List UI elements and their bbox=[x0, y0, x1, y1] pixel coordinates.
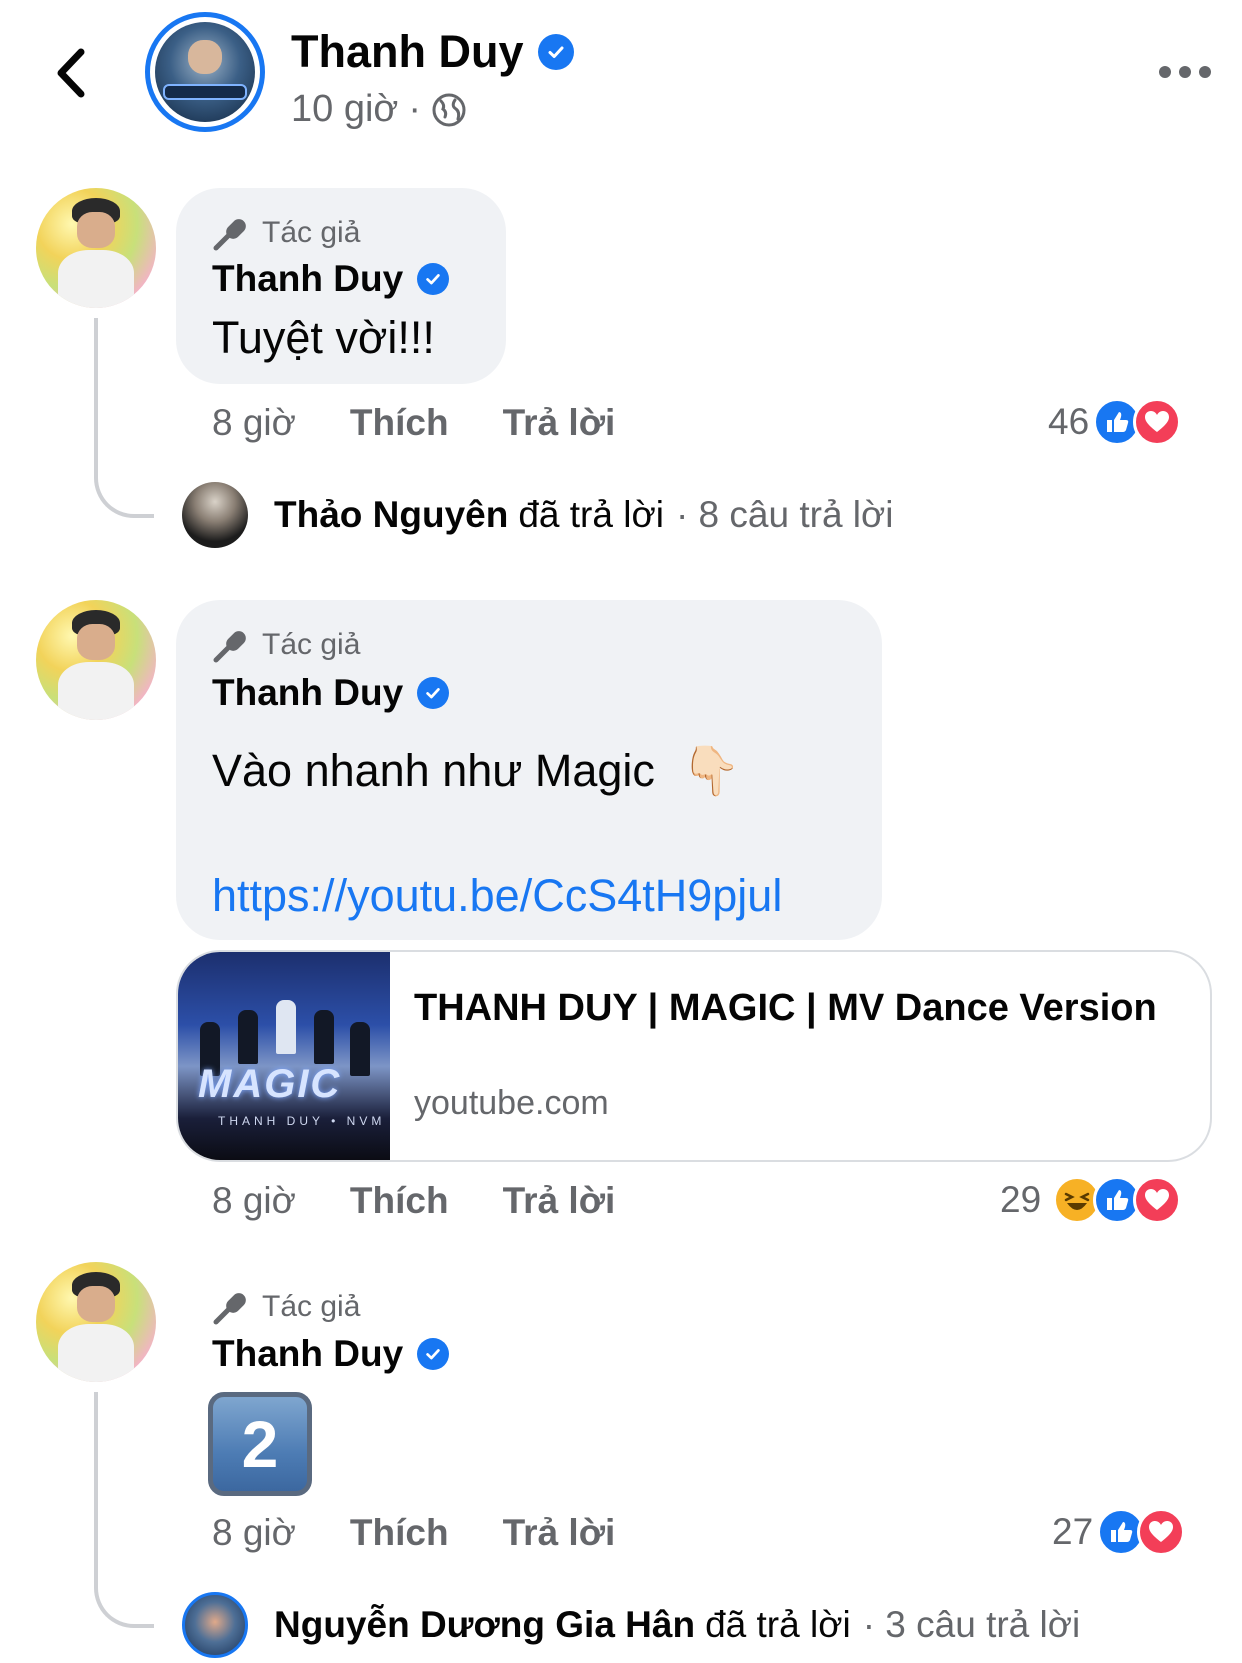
reaction-summary[interactable]: 46 bbox=[1048, 398, 1182, 446]
reply-count: · 3 câu trả lời bbox=[862, 1604, 1081, 1645]
link-preview-thumbnail: MAGIC THANH DUY • NVM bbox=[178, 952, 390, 1160]
verified-badge-icon bbox=[417, 1338, 450, 1370]
meta-separator: · bbox=[408, 88, 421, 130]
reply-button[interactable]: Trả lời bbox=[503, 1180, 616, 1222]
comment-author-label: Thanh Duy bbox=[212, 672, 404, 713]
reply-author-name: Thảo Nguyên bbox=[274, 494, 509, 535]
comment-author-label: Thanh Duy bbox=[212, 1333, 404, 1374]
reply-count: · 8 câu trả lời bbox=[675, 494, 894, 535]
thread-line bbox=[94, 318, 154, 518]
reply-author-name: Nguyễn Dương Gia Hân bbox=[274, 1604, 696, 1645]
verified-badge-icon bbox=[417, 677, 450, 709]
link-preview-card[interactable]: MAGIC THANH DUY • NVM THANH DUY | MAGIC … bbox=[176, 950, 1212, 1162]
comment-text: Vào nhanh như Magic bbox=[212, 744, 655, 796]
page-name[interactable]: Thanh Duy bbox=[291, 26, 574, 78]
comment-time: 8 giờ bbox=[212, 402, 296, 443]
globe-icon bbox=[432, 93, 466, 126]
comment-time: 8 giờ bbox=[212, 1512, 296, 1553]
post-time: 10 giờ bbox=[291, 88, 399, 130]
back-button[interactable] bbox=[40, 38, 100, 108]
microphone-icon bbox=[213, 219, 246, 251]
love-reaction-icon bbox=[1137, 1508, 1186, 1556]
link-preview-title: THANH DUY | MAGIC | MV Dance Version bbox=[414, 987, 1157, 1029]
love-reaction-icon bbox=[1133, 398, 1182, 446]
reply-button[interactable]: Trả lời bbox=[503, 1512, 616, 1554]
author-badge-label: Tác giả bbox=[262, 1290, 361, 1323]
comment-time: 8 giờ bbox=[212, 1180, 296, 1221]
pointing-down-emoji: 👇🏻 bbox=[680, 745, 741, 798]
more-options-button[interactable] bbox=[1140, 52, 1230, 92]
like-button[interactable]: Thích bbox=[350, 1512, 449, 1554]
reply-button[interactable]: Trả lời bbox=[503, 402, 616, 444]
link-preview-domain: youtube.com bbox=[414, 1084, 609, 1122]
author-badge-label: Tác giả bbox=[262, 628, 361, 661]
more-options-dot bbox=[1199, 66, 1211, 78]
comment-link[interactable]: https://youtu.be/CcS4tH9pjul bbox=[212, 870, 782, 922]
reaction-count: 29 bbox=[1000, 1179, 1042, 1220]
reply-action-text: đã trả lời bbox=[518, 494, 664, 535]
reaction-summary[interactable]: 27 bbox=[1052, 1508, 1186, 1556]
author-badge: Tác giả bbox=[212, 214, 360, 252]
thread-line bbox=[94, 1392, 154, 1628]
like-button[interactable]: Thích bbox=[350, 1180, 449, 1222]
comment-actions: 8 giờ Thích Trả lời bbox=[212, 402, 615, 444]
verified-badge-icon bbox=[417, 263, 450, 295]
microphone-icon bbox=[213, 631, 246, 663]
comment-author-name[interactable]: Thanh Duy bbox=[212, 258, 450, 300]
reply-avatar bbox=[182, 482, 248, 548]
comment-actions: 8 giờ Thích Trả lời bbox=[212, 1180, 615, 1222]
commenter-avatar[interactable] bbox=[36, 188, 156, 308]
reply-avatar bbox=[182, 1592, 248, 1658]
love-reaction-icon bbox=[1133, 1176, 1182, 1224]
reaction-summary[interactable]: 29 bbox=[1000, 1176, 1182, 1224]
page-avatar[interactable] bbox=[145, 12, 265, 132]
comment-author-name[interactable]: Thanh Duy bbox=[212, 672, 450, 714]
reaction-count: 46 bbox=[1048, 401, 1090, 442]
author-badge: Tác giả bbox=[212, 626, 360, 664]
replies-summary[interactable]: Thảo Nguyên đã trả lời · 8 câu trả lời bbox=[182, 482, 894, 548]
microphone-icon bbox=[213, 1293, 246, 1325]
comment-author-name[interactable]: Thanh Duy bbox=[212, 1333, 450, 1375]
comment-author-label: Thanh Duy bbox=[212, 258, 404, 299]
more-options-dot bbox=[1179, 66, 1191, 78]
post-meta: 10 giờ · bbox=[291, 88, 467, 131]
commenter-avatar[interactable] bbox=[36, 600, 156, 720]
comment-text: Tuyệt vời!!! bbox=[212, 312, 435, 363]
replies-summary[interactable]: Nguyễn Dương Gia Hân đã trả lời · 3 câu … bbox=[182, 1592, 1080, 1658]
more-options-icon bbox=[1159, 66, 1171, 78]
author-badge: Tác giả bbox=[212, 1288, 360, 1326]
reply-action-text: đã trả lời bbox=[705, 1604, 851, 1645]
commenter-avatar[interactable] bbox=[36, 1262, 156, 1382]
keycap-two-emoji: 2 bbox=[208, 1392, 312, 1496]
verified-badge-icon bbox=[537, 34, 574, 70]
thumbnail-subtitle-text: THANH DUY • NVM bbox=[218, 1114, 386, 1128]
page-name-label: Thanh Duy bbox=[291, 26, 524, 77]
author-badge-label: Tác giả bbox=[262, 216, 361, 249]
reaction-count: 27 bbox=[1052, 1511, 1094, 1552]
like-button[interactable]: Thích bbox=[350, 402, 449, 444]
comment-actions: 8 giờ Thích Trả lời bbox=[212, 1512, 615, 1554]
back-chevron-icon bbox=[57, 48, 85, 98]
thumbnail-title-text: MAGIC bbox=[198, 1062, 342, 1106]
comment-text-row: Vào nhanh như Magic 👇🏻 bbox=[212, 742, 741, 799]
